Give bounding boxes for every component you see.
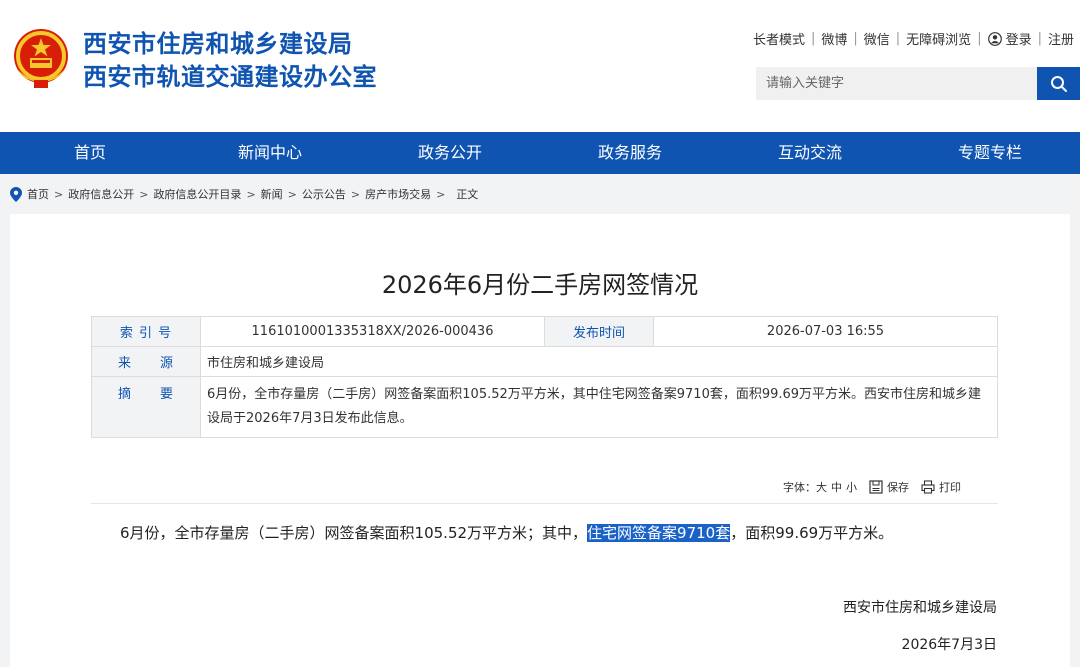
abstract-label: 摘 要: [91, 376, 201, 438]
article-body-text-end: ，面积99.69万平方米。: [730, 524, 894, 542]
register-link[interactable]: 注册: [1048, 29, 1074, 48]
nav-item-gov-affairs[interactable]: 政务公开: [360, 132, 540, 174]
divider: [91, 503, 998, 504]
breadcrumb-gov-info-catalog[interactable]: 政府信息公开目录: [153, 186, 241, 202]
site-title-line1: 西安市住房和城乡建设局: [83, 30, 353, 58]
user-icon: [987, 31, 1002, 46]
main-nav: 首页 新闻中心 政务公开 政务服务 互动交流 专题专栏: [0, 132, 1080, 174]
search-button[interactable]: [1037, 67, 1080, 100]
font-size-large[interactable]: 大: [816, 479, 827, 495]
top-links: 长者模式 | 微博 | 微信 | 无障碍浏览 | 登录 | 注册: [753, 29, 1074, 48]
accessible-browse-link[interactable]: 无障碍浏览: [906, 29, 971, 48]
source-label: 来 源: [91, 346, 201, 377]
national-emblem-icon[interactable]: [10, 26, 72, 92]
breadcrumb-separator: >: [287, 187, 297, 201]
index-value: 1161010001335318XX/2026-000436: [200, 316, 545, 347]
breadcrumb-housing-market[interactable]: 房产市场交易: [365, 186, 431, 202]
search-bar: [756, 67, 1080, 100]
breadcrumb-separator: >: [436, 187, 446, 201]
font-size-medium[interactable]: 中: [831, 479, 842, 495]
separator: |: [810, 31, 816, 46]
font-size-small[interactable]: 小: [846, 479, 857, 495]
nav-item-gov-services[interactable]: 政务服务: [540, 132, 720, 174]
abstract-value: 6月份，全市存量房（二手房）网签备案面积105.52万平方米，其中住宅网签备案9…: [200, 376, 998, 438]
source-value: 市住房和城乡建设局: [200, 346, 998, 377]
nav-item-home[interactable]: 首页: [0, 132, 180, 174]
breadcrumb: 首页 > 政府信息公开 > 政府信息公开目录 > 新闻 > 公示公告 > 房产市…: [10, 186, 478, 202]
search-icon: [1050, 75, 1067, 92]
publish-time-value: 2026-07-03 16:55: [653, 316, 998, 347]
publish-time-label: 发布时间: [544, 316, 654, 347]
breadcrumb-news[interactable]: 新闻: [261, 186, 283, 202]
location-pin-icon: [10, 186, 22, 202]
save-icon: [869, 480, 883, 494]
nav-item-special-topics[interactable]: 专题专栏: [900, 132, 1080, 174]
wechat-link[interactable]: 微信: [864, 29, 890, 48]
article-body-text: 6月份，全市存量房（二手房）网签备案面积105.52万平方米；其中，: [120, 524, 588, 542]
breadcrumb-separator: >: [246, 187, 256, 201]
breadcrumb-separator: >: [54, 187, 64, 201]
separator: |: [853, 31, 858, 46]
index-label: 索 引 号: [91, 316, 201, 347]
breadcrumb-separator: >: [139, 187, 149, 201]
site-title-line2: 西安市轨道交通建设办公室: [83, 63, 377, 91]
separator: |: [977, 31, 982, 46]
article-body: 6月份，全市存量房（二手房）网签备案面积105.52万平方米；其中，住宅网签备案…: [120, 522, 893, 543]
signature-date: 2026年7月3日: [901, 637, 997, 653]
breadcrumb-gov-info[interactable]: 政府信息公开: [68, 186, 134, 202]
separator: |: [1037, 31, 1042, 46]
site-header: 西安市住房和城乡建设局 西安市轨道交通建设办公室 长者模式 | 微博 | 微信 …: [0, 0, 1080, 132]
selected-text-highlight[interactable]: 住宅网签备案9710套: [587, 524, 731, 542]
save-button[interactable]: 保存: [869, 479, 909, 495]
article-tools: 字体： 大 中 小 保存 打印: [783, 479, 961, 495]
font-size-label: 字体：: [783, 481, 816, 494]
breadcrumb-current: 正文: [456, 188, 479, 201]
separator: |: [895, 31, 901, 46]
nav-item-news[interactable]: 新闻中心: [180, 132, 360, 174]
print-icon: [921, 480, 935, 494]
search-input[interactable]: [756, 67, 1037, 100]
print-button[interactable]: 打印: [921, 479, 961, 495]
save-label: 保存: [887, 481, 909, 494]
breadcrumb-separator: >: [350, 187, 361, 201]
site-title[interactable]: 西安市住房和城乡建设局 西安市轨道交通建设办公室: [83, 28, 377, 94]
article-title: 2026年6月份二手房网签情况: [381, 271, 699, 299]
login-link[interactable]: 登录: [1006, 29, 1032, 48]
elder-mode-link[interactable]: 长者模式: [753, 29, 805, 48]
weibo-link[interactable]: 微博: [821, 29, 847, 48]
article-meta-table: 索 引 号 1161010001335318XX/2026-000436 发布时…: [91, 316, 998, 438]
nav-item-interaction[interactable]: 互动交流: [720, 132, 900, 174]
print-label: 打印: [939, 481, 961, 494]
breadcrumb-home[interactable]: 首页: [27, 186, 49, 202]
breadcrumb-announcements[interactable]: 公示公告: [302, 186, 346, 202]
signature-organization: 西安市住房和城乡建设局: [843, 600, 997, 616]
